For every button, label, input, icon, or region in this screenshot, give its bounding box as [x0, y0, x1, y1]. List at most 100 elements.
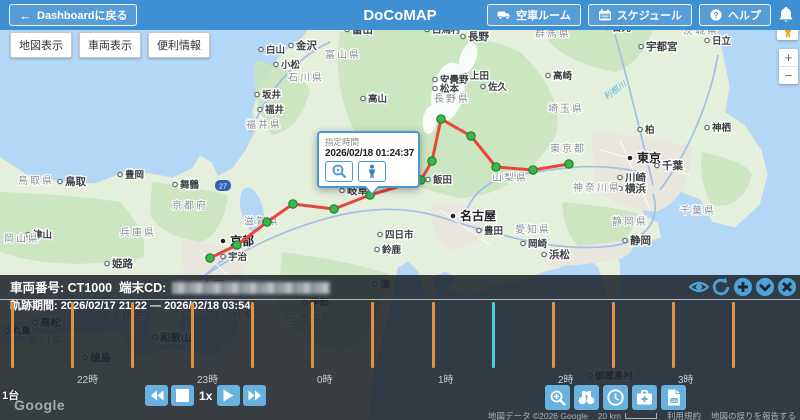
timeline-selected-marker[interactable] [492, 302, 495, 368]
plus-icon[interactable] [733, 277, 753, 297]
timeline-tick[interactable] [131, 302, 134, 368]
timeline-tick[interactable] [11, 302, 14, 368]
route-point[interactable] [565, 160, 573, 168]
map-label: 神栖 [712, 122, 732, 134]
fast-forward-icon [248, 390, 262, 401]
svg-text:?: ? [713, 11, 718, 20]
refresh-icon[interactable] [711, 277, 731, 297]
city-dot [481, 84, 485, 88]
track-kit-button[interactable] [632, 385, 657, 410]
map-data-credit: 地図データ ©2026 Google [488, 410, 588, 420]
close-icon[interactable] [777, 277, 797, 297]
map-label: 千葉 [662, 159, 683, 172]
map-label: 山梨県 [492, 171, 528, 184]
collapse-icon[interactable] [755, 277, 775, 297]
svg-text:27: 27 [219, 184, 227, 191]
rewind-button[interactable] [145, 385, 168, 406]
route-point[interactable] [529, 166, 537, 174]
map-label: 金沢 [295, 39, 317, 52]
city-dot [433, 77, 437, 81]
map-toolbar: 地図表示 車両表示 便利情報 [10, 32, 210, 58]
fast-forward-button[interactable] [243, 385, 266, 406]
city-dot [118, 172, 122, 176]
timeline-tick[interactable] [552, 302, 555, 368]
timeline-tick[interactable] [251, 302, 254, 368]
calendar-icon [598, 9, 612, 21]
route-point[interactable] [492, 163, 500, 171]
play-icon [223, 389, 234, 402]
back-to-dashboard-button[interactable]: ← Dashboardに戻る [9, 4, 137, 26]
bell-icon[interactable] [778, 6, 794, 24]
svg-text:CSV: CSV [670, 399, 678, 403]
route-point[interactable] [437, 115, 445, 123]
map-display-button[interactable]: 地図表示 [10, 32, 72, 58]
eye-icon[interactable] [689, 277, 709, 297]
track-find-button[interactable] [574, 385, 599, 410]
map-label: 富山県 [325, 48, 361, 61]
docomap-app: 27 高岡富山金沢白山小松石川県坂井福井福井県富山県高山白馬村長野群馬県上田安曇… [0, 0, 800, 420]
track-csv-export-button[interactable]: CSV [661, 385, 686, 410]
rewind-icon [150, 390, 164, 401]
zoom-in-icon [550, 390, 566, 406]
back-button-label: Dashboardに戻る [37, 7, 127, 23]
map-label: 岡山県 [4, 233, 40, 245]
map-label: 福井県 [246, 118, 282, 131]
timeline-tick[interactable] [732, 302, 735, 368]
map-label: 長野 [468, 31, 489, 43]
map-label: 坂井 [262, 89, 282, 101]
vehicle-display-button[interactable]: 車両表示 [79, 32, 141, 58]
zoom-in-button[interactable]: + [779, 49, 798, 67]
track-tools: CSV [545, 385, 686, 410]
route-point[interactable] [289, 200, 297, 208]
map-label: 京都府 [172, 199, 208, 212]
map-label: 豊岡 [125, 169, 144, 181]
schedule-button[interactable]: スケジュール [588, 4, 692, 26]
timeline-tick[interactable] [672, 302, 675, 368]
play-button[interactable] [217, 385, 240, 406]
city-dot [623, 238, 627, 242]
route-point[interactable] [263, 218, 271, 226]
help-button[interactable]: ? ヘルプ [699, 4, 771, 26]
popup-locate-button[interactable] [325, 161, 353, 182]
map-label: 鳥取県 [18, 174, 54, 187]
google-watermark: Google [14, 397, 65, 413]
timeline[interactable] [0, 302, 800, 368]
map-label: 高崎 [553, 70, 573, 82]
map-label: 岡崎 [528, 238, 548, 250]
route-point[interactable] [467, 132, 475, 140]
map-zoom-control: + − [779, 49, 798, 84]
map-label: 静岡県 [612, 215, 648, 228]
terms-link[interactable]: 利用規約 [667, 410, 701, 420]
zoom-out-button[interactable]: − [779, 67, 798, 84]
track-zoom-button[interactable] [545, 385, 570, 410]
route-point[interactable] [233, 241, 241, 249]
track-time-button[interactable] [603, 385, 628, 410]
city-dot [173, 182, 177, 186]
playback-speed: 1x [197, 389, 214, 403]
map-label: 四日市 [385, 229, 414, 241]
timeline-tick[interactable] [371, 302, 374, 368]
map-label: 名古屋 [460, 208, 496, 223]
report-error-link[interactable]: 地図の誤りを報告する [711, 410, 796, 420]
timeline-hour-label: 3時 [678, 371, 694, 386]
map-label: 愛知県 [515, 223, 551, 236]
stop-button[interactable] [171, 385, 194, 406]
timeline-tick[interactable] [191, 302, 194, 368]
route-point[interactable] [330, 205, 338, 213]
timeline-tick[interactable] [311, 302, 314, 368]
csv-export-icon: CSV [667, 389, 681, 406]
timeline-tick[interactable] [612, 302, 615, 368]
map-label: 千葉県 [680, 204, 716, 217]
map-attribution: 地図データ ©2026 Google 20 km 利用規約 地図の誤りを報告する [488, 410, 796, 420]
map-label: 長野県 [434, 93, 470, 105]
popup-streetview-button[interactable] [358, 161, 386, 182]
route-point[interactable] [428, 157, 436, 165]
timeline-tick[interactable] [71, 302, 74, 368]
timeline-tick[interactable] [432, 302, 435, 368]
timeline-hour-label: 1時 [438, 371, 454, 386]
map-label: 日立 [712, 35, 732, 47]
empty-truck-room-button[interactable]: 空車ルーム [487, 4, 581, 26]
city-dot [461, 34, 465, 38]
useful-info-button[interactable]: 便利情報 [148, 32, 210, 58]
route-point[interactable] [206, 254, 214, 262]
